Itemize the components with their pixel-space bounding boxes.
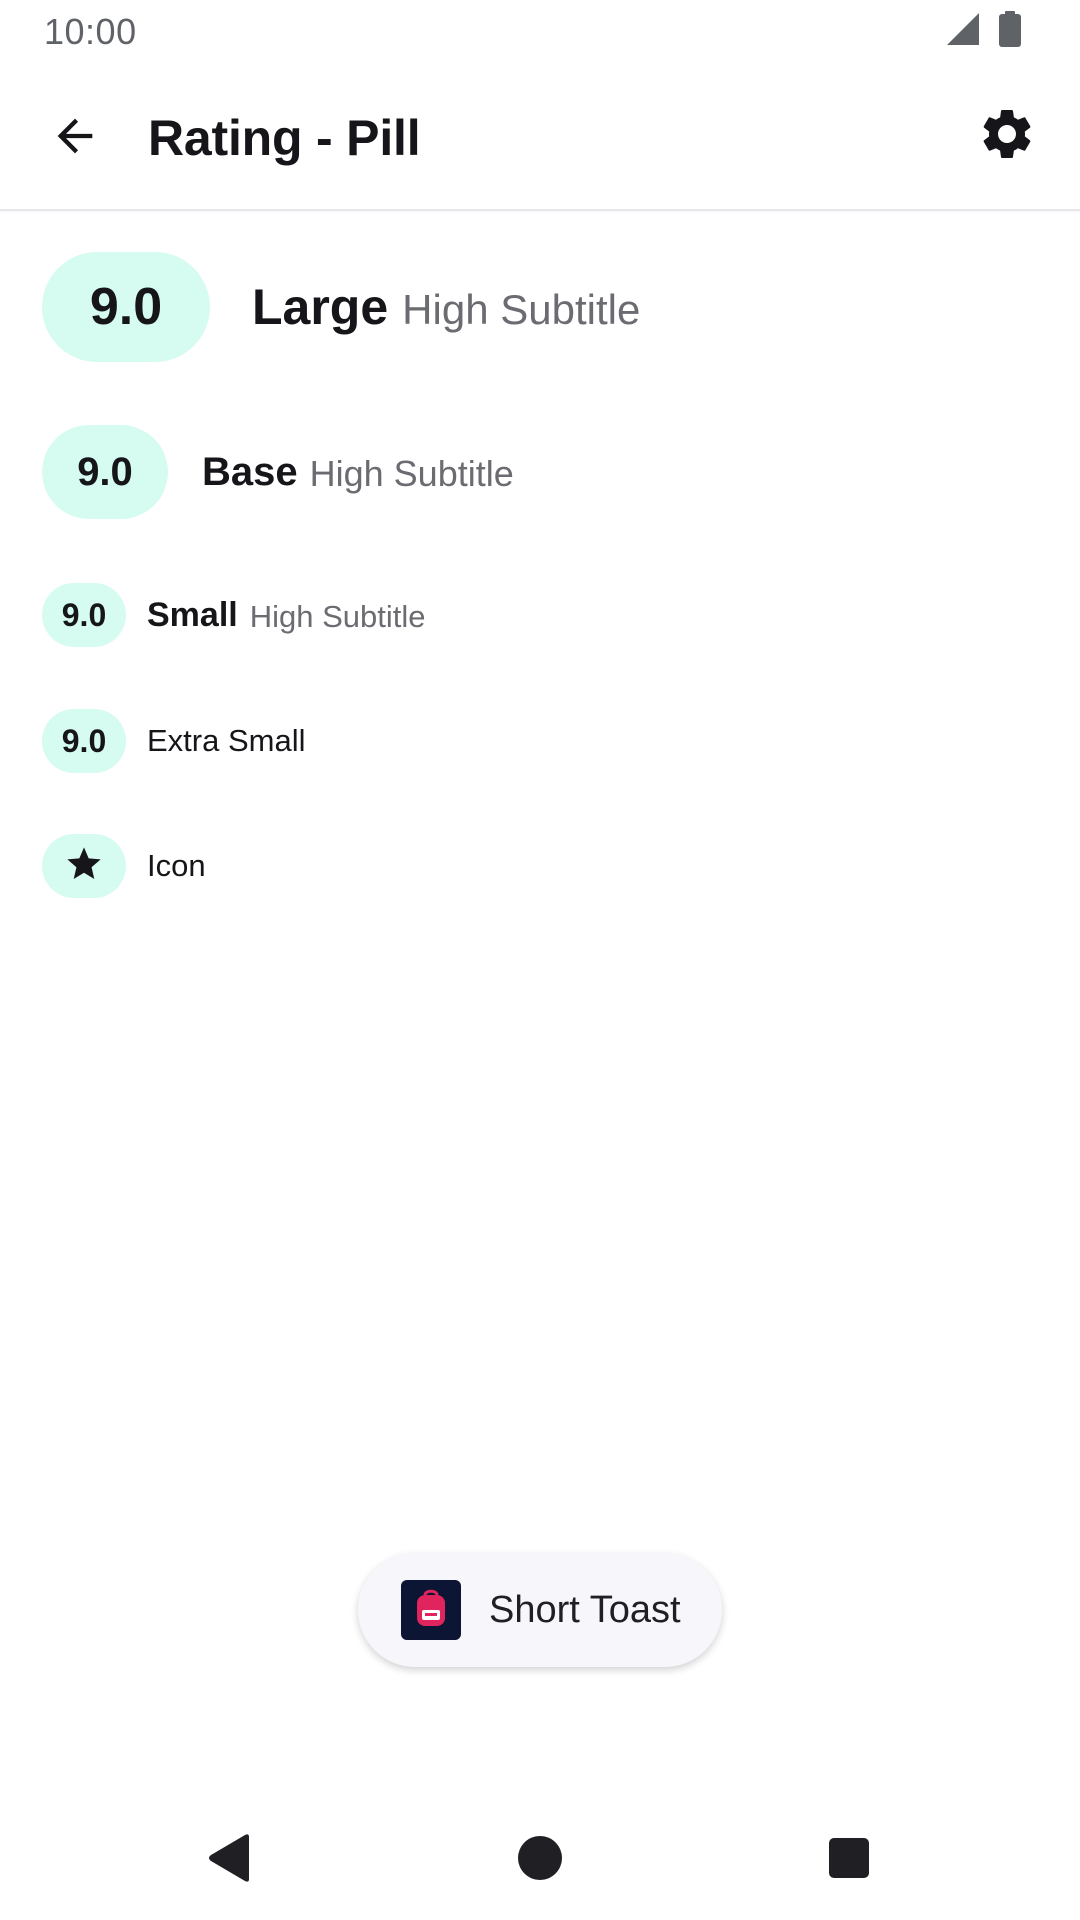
gear-icon — [977, 104, 1037, 169]
navigation-bar — [0, 1800, 1080, 1920]
rating-title-base: Base — [202, 449, 298, 494]
rating-pill-base: 9.0 — [42, 425, 168, 519]
battery-icon — [998, 11, 1022, 52]
arrow-back-icon — [49, 110, 101, 167]
app-bar: Rating - Pill — [0, 63, 1080, 211]
rating-row-small: 9.0 Small High Subtitle — [42, 583, 426, 647]
rating-label-icon: Icon — [147, 848, 206, 883]
rating-pill-small: 9.0 — [42, 583, 126, 647]
rating-pill-extra-small: 9.0 — [42, 709, 126, 773]
rating-subtitle-small: High Subtitle — [249, 598, 426, 634]
rating-row-extra-small: 9.0 Extra Small — [42, 709, 305, 773]
status-time: 10:00 — [44, 10, 137, 52]
rating-pill-large: 9.0 — [42, 252, 210, 362]
status-bar: 10:00 — [0, 0, 1080, 63]
rating-label-extra-small: Extra Small — [147, 723, 306, 758]
rating-title-large: Large — [252, 279, 389, 335]
recents-square-icon — [828, 1837, 870, 1884]
page-title: Rating - Pill — [148, 110, 421, 166]
home-circle-icon — [517, 1835, 563, 1886]
nav-back-button[interactable] — [184, 1800, 274, 1920]
toast: Short Toast — [358, 1553, 722, 1667]
back-triangle-icon — [205, 1833, 253, 1888]
toast-app-icon — [401, 1580, 461, 1640]
back-button[interactable] — [40, 103, 110, 173]
signal-icon — [946, 12, 980, 51]
rating-title-small: Small — [147, 595, 238, 634]
status-icons — [946, 11, 1022, 52]
settings-button[interactable] — [972, 101, 1042, 171]
rating-row-icon: Icon — [42, 834, 206, 898]
rating-subtitle-large: High Subtitle — [402, 286, 641, 333]
nav-recents-button[interactable] — [804, 1800, 894, 1920]
rating-row-large: 9.0 Large High Subtitle — [42, 252, 640, 362]
star-icon — [64, 844, 104, 889]
rating-pill-icon — [42, 834, 126, 898]
screen: 10:00 Rating - Pill 9.0 Large High Subti… — [0, 0, 1080, 1920]
nav-home-button[interactable] — [495, 1800, 585, 1920]
rating-row-base: 9.0 Base High Subtitle — [42, 425, 514, 519]
toast-text: Short Toast — [489, 1588, 681, 1631]
backpack-icon — [414, 1588, 448, 1633]
rating-subtitle-base: High Subtitle — [309, 453, 514, 494]
